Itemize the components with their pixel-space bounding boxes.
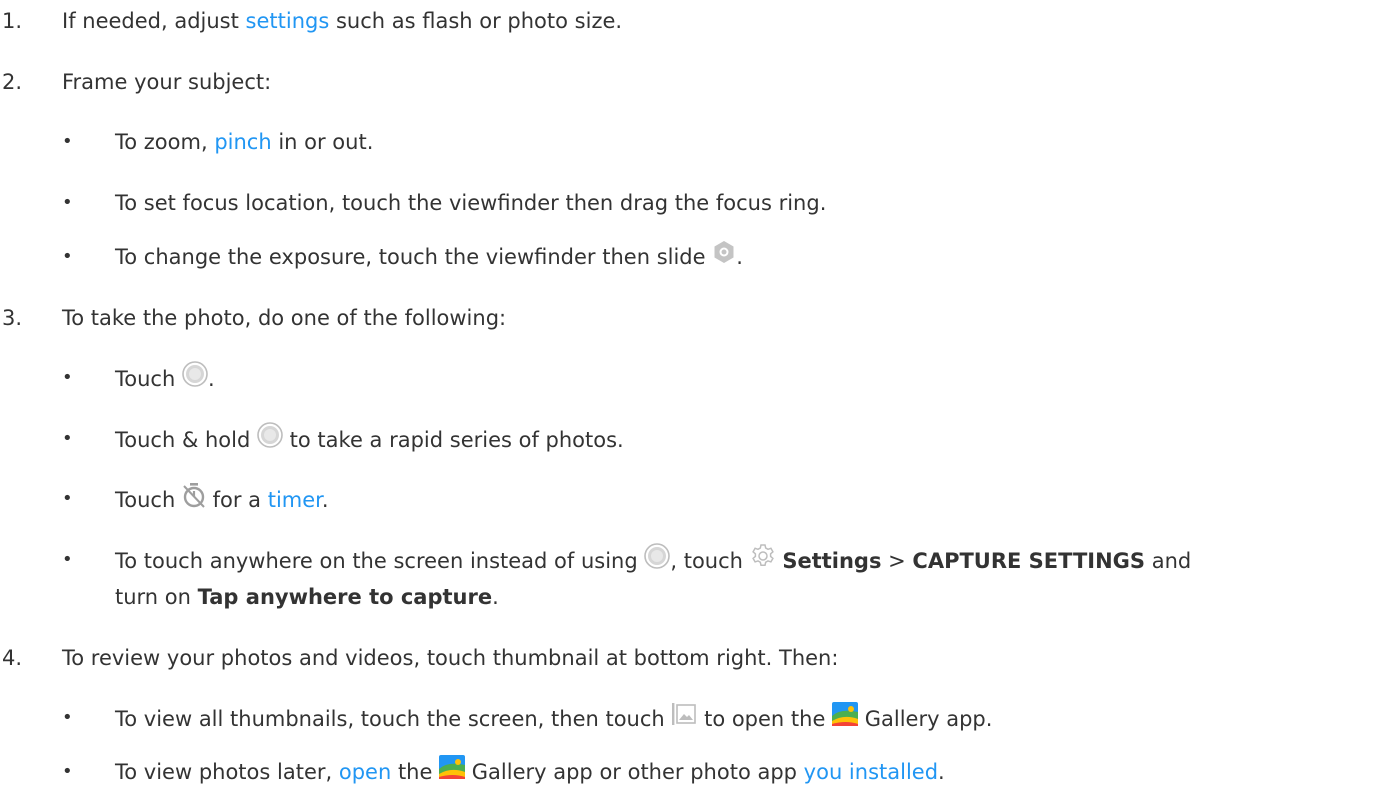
bullet: • bbox=[62, 488, 73, 509]
step-number: 4. bbox=[2, 646, 23, 670]
bullet: • bbox=[62, 549, 73, 570]
text-run: Touch bbox=[115, 488, 182, 512]
gallery-thumbnail-icon bbox=[671, 701, 697, 735]
text-run: To zoom, bbox=[115, 130, 215, 154]
text-run: in or out. bbox=[271, 130, 374, 154]
text-run: . bbox=[207, 367, 215, 391]
exposure-icon bbox=[712, 240, 736, 272]
list-item-text: Touch for a timer. bbox=[115, 482, 329, 518]
list-item-text: Touch & hold to take a rapid series of p… bbox=[115, 422, 624, 458]
gallery-app-icon bbox=[439, 755, 466, 787]
text-run: Touch & hold bbox=[115, 428, 257, 452]
text-run: such as flash or photo size. bbox=[329, 9, 623, 33]
list-item-text: turn on Tap anywhere to capture. bbox=[115, 582, 499, 612]
text-run: Gallery app or other photo app bbox=[465, 760, 804, 784]
timer-icon bbox=[182, 482, 206, 516]
text-run: To touch anywhere on the screen instead … bbox=[115, 549, 645, 573]
text-run: If needed, adjust bbox=[62, 9, 246, 33]
text-run: . bbox=[736, 245, 743, 269]
step-text: To review your photos and videos, touch … bbox=[62, 646, 839, 670]
tap-anywhere-label: Tap anywhere to capture bbox=[197, 585, 493, 609]
settings-label: Settings bbox=[782, 549, 882, 573]
bullet: • bbox=[62, 246, 73, 267]
text-run: > bbox=[881, 549, 913, 573]
shutter-icon bbox=[257, 422, 283, 456]
gallery-app-icon bbox=[832, 702, 859, 734]
list-item-text: To view all thumbnails, touch the screen… bbox=[115, 701, 993, 737]
step-number: 3. bbox=[2, 306, 23, 330]
open-link[interactable]: open bbox=[339, 760, 391, 784]
text-run: and bbox=[1145, 549, 1192, 573]
timer-link[interactable]: timer bbox=[268, 488, 322, 512]
step-number: 2. bbox=[2, 70, 23, 94]
text-run: to open the bbox=[697, 707, 833, 731]
text-run: to take a rapid series of photos. bbox=[283, 428, 624, 452]
text-run: turn on bbox=[115, 585, 198, 609]
capture-settings-label: CAPTURE SETTINGS bbox=[912, 549, 1146, 573]
text-run: for a bbox=[205, 488, 268, 512]
bullet: • bbox=[62, 131, 73, 152]
bullet: • bbox=[62, 761, 73, 782]
text-run: Touch bbox=[115, 367, 182, 391]
bullet: • bbox=[62, 367, 73, 388]
bullet: • bbox=[62, 192, 73, 213]
text-run: To change the exposure, touch the viewfi… bbox=[115, 245, 713, 269]
settings-link[interactable]: settings bbox=[246, 9, 330, 33]
text-run: the bbox=[391, 760, 440, 784]
list-item-text: Touch . bbox=[115, 361, 215, 397]
list-item-text: To touch anywhere on the screen instead … bbox=[115, 543, 1192, 579]
step-text: If needed, adjust settings such as flash… bbox=[62, 6, 622, 36]
list-item-text: To set focus location, touch the viewfin… bbox=[115, 191, 827, 215]
text-run: To view all thumbnails, touch the screen… bbox=[115, 707, 672, 731]
pinch-link[interactable]: pinch bbox=[214, 130, 271, 154]
text-run: . bbox=[938, 760, 945, 784]
list-item-text: To view photos later, open the Gallery a… bbox=[115, 755, 945, 789]
settings-gear-icon bbox=[750, 543, 776, 577]
list-item-text: To change the exposure, touch the viewfi… bbox=[115, 240, 743, 274]
list-item-text: To zoom, pinch in or out. bbox=[115, 127, 373, 157]
you-installed-link[interactable]: you installed bbox=[804, 760, 938, 784]
shutter-icon bbox=[182, 361, 208, 395]
bullet: • bbox=[62, 428, 73, 449]
shutter-icon bbox=[644, 543, 671, 577]
step-text: Frame your subject: bbox=[62, 70, 272, 94]
text-run: . bbox=[492, 585, 499, 609]
text-run: To view photos later, bbox=[115, 760, 339, 784]
text-run: Gallery app. bbox=[858, 707, 993, 731]
text-run: . bbox=[321, 488, 329, 512]
step-number: 1. bbox=[2, 9, 23, 33]
bullet: • bbox=[62, 707, 73, 728]
step-text: To take the photo, do one of the followi… bbox=[62, 306, 507, 330]
text-run: , touch bbox=[670, 549, 750, 573]
